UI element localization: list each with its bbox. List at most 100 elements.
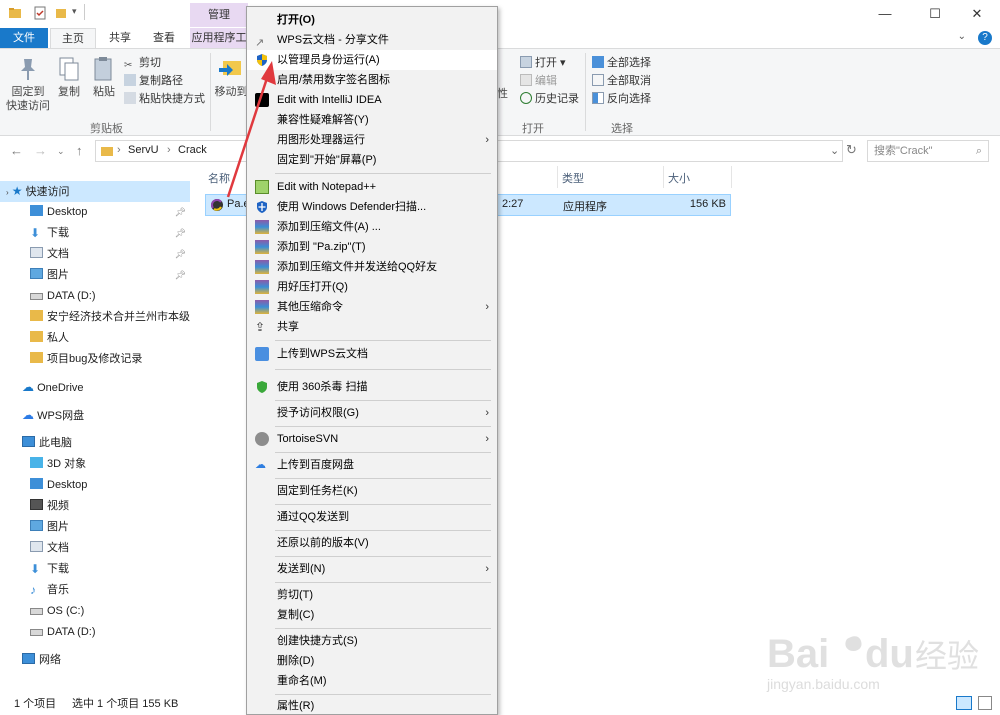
menu-item-create-shortcut[interactable]: 创建快捷方式(S) [247, 631, 497, 651]
menu-item-copy[interactable]: 复制(C) [247, 605, 497, 625]
quick-access-dropdown-icon[interactable]: ▾ [72, 6, 77, 17]
menu-item-other-compress[interactable]: 其他压缩命令 › [247, 297, 497, 317]
invert-selection-button[interactable]: 反向选择 [592, 90, 651, 108]
menu-item-upload-wps[interactable]: 上传到WPS云文档 [247, 344, 497, 364]
edit-button[interactable]: 编辑 [520, 72, 557, 90]
sidebar-item-3d-objects[interactable]: 3D 对象 [0, 454, 190, 475]
sidebar-item-pictures[interactable]: 图片 📌︎ [0, 265, 190, 286]
menu-item-delete[interactable]: 删除(D) [247, 651, 497, 671]
tab-view[interactable]: 查看 [144, 28, 184, 48]
up-icon[interactable]: ↑ [76, 143, 83, 158]
new-folder-icon[interactable] [54, 6, 68, 20]
sidebar-item-this-pc[interactable]: 此电脑 [0, 433, 190, 454]
back-icon[interactable]: ← [10, 143, 23, 158]
menu-item-pin-start[interactable]: 固定到"开始"屏幕(P) [247, 150, 497, 170]
sidebar-item-quick-access[interactable]: › ★ 快速访问 [0, 181, 190, 202]
menu-item-notepad[interactable]: Edit with Notepad++ [247, 177, 497, 197]
help-icon[interactable]: ? [978, 31, 992, 45]
menu-item-defender[interactable]: 使用 Windows Defender扫描... [247, 197, 497, 217]
sidebar-item-network[interactable]: 网络 [0, 650, 190, 671]
details-view-icon[interactable] [955, 696, 972, 710]
close-button[interactable]: ✕ [954, 0, 1000, 28]
manage-tab[interactable]: 管理 [190, 3, 248, 27]
sidebar-item-pc-documents[interactable]: 文档 [0, 538, 190, 559]
refresh-icon[interactable]: ↻ [846, 142, 857, 158]
sidebar-item-private[interactable]: 私人 [0, 328, 190, 349]
sidebar-item-bug-records[interactable]: 项目bug及修改记录 [0, 349, 190, 370]
copy-button[interactable]: 复制 [55, 55, 83, 99]
sidebar-item-desktop[interactable]: Desktop 📌︎ [0, 202, 190, 223]
copy-path-button[interactable]: 复制路径 [124, 72, 183, 90]
folder-icon[interactable] [8, 6, 22, 20]
maximize-button[interactable]: ☐ [912, 0, 958, 28]
column-divider[interactable] [663, 166, 664, 188]
menu-item-rename[interactable]: 重命名(M) [247, 671, 497, 691]
menu-item-pin-taskbar[interactable]: 固定到任务栏(K) [247, 481, 497, 501]
sidebar-item-pc-desktop[interactable]: Desktop [0, 475, 190, 496]
forward-icon[interactable]: → [34, 143, 47, 158]
menu-item-add-archive[interactable]: 添加到压缩文件(A) ... [247, 217, 497, 237]
menu-item-qq-send[interactable]: 通过QQ发送到 [247, 507, 497, 527]
menu-item-add-zip[interactable]: 添加到 "Pa.zip"(T) [247, 237, 497, 257]
menu-item-properties[interactable]: 属性(R) [247, 696, 497, 715]
column-header-type[interactable]: 类型 [562, 170, 584, 186]
menu-item-cut[interactable]: 剪切(T) [247, 585, 497, 605]
sidebar-item-onedrive[interactable]: ☁ OneDrive [0, 377, 190, 398]
pin-quick-access-button[interactable]: 固定到 快速访问 [6, 55, 50, 113]
menu-item-compatibility[interactable]: 兼容性疑难解答(Y) [247, 110, 497, 130]
menu-item-restore[interactable]: 还原以前的版本(V) [247, 533, 497, 553]
properties-icon[interactable] [33, 6, 47, 20]
sidebar-item-music[interactable]: ♪ 音乐 [0, 580, 190, 601]
properties-button-partial[interactable]: 性 [497, 87, 511, 101]
paste-button[interactable]: 粘贴 [90, 55, 118, 99]
sidebar-item-os-c[interactable]: OS (C:) [0, 601, 190, 622]
address-dropdown-icon[interactable]: ⌄ [830, 144, 839, 157]
menu-item-add-archive-qq[interactable]: 添加到压缩文件并发送给QQ好友 [247, 257, 497, 277]
breadcrumb-crack[interactable]: Crack [178, 144, 207, 156]
sidebar-item-wps[interactable]: ☁ WPS网盘 [0, 405, 190, 426]
pin-icon[interactable]: 📌︎ [175, 244, 186, 265]
menu-item-run-as-admin[interactable]: 以管理员身份运行(A) [247, 50, 497, 70]
menu-item-open[interactable]: 打开(O) [247, 10, 497, 30]
open-button[interactable]: 打开 ▾ [520, 54, 566, 72]
pin-icon[interactable]: 📌︎ [175, 223, 186, 244]
column-header-size[interactable]: 大小 [668, 170, 690, 186]
select-none-button[interactable]: 全部取消 [592, 72, 651, 90]
recent-dropdown-icon[interactable]: ⌄ [57, 146, 65, 157]
sidebar-item-pc-downloads[interactable]: ⬇ 下载 [0, 559, 190, 580]
menu-item-baidu-pan[interactable]: ☁ 上传到百度网盘 [247, 455, 497, 475]
sidebar-item-downloads[interactable]: ⬇ 下载 📌︎ [0, 223, 190, 244]
menu-item-grant-access[interactable]: 授予访问权限(G) › [247, 403, 497, 423]
tab-app-tools[interactable]: 应用程序工 [190, 28, 248, 48]
menu-item-share[interactable]: ⇪ 共享 [247, 317, 497, 337]
minimize-button[interactable]: — [862, 0, 908, 28]
pin-icon[interactable]: 📌︎ [175, 265, 186, 286]
breadcrumb-servu[interactable]: ServU [128, 144, 159, 156]
large-icons-view-icon[interactable] [978, 696, 992, 710]
cut-button[interactable]: ✂ 剪切 [124, 54, 161, 72]
pin-icon[interactable]: 📌︎ [175, 202, 186, 223]
tab-home[interactable]: 主页 [50, 28, 96, 48]
sidebar-item-videos[interactable]: 视频 [0, 496, 190, 517]
menu-item-haozip[interactable]: 用好压打开(Q) [247, 277, 497, 297]
sidebar-item-folder[interactable]: 安宁经济技术合并兰州市本级平 [0, 307, 190, 328]
menu-item-360-scan[interactable]: 使用 360杀毒 扫描 [247, 377, 497, 397]
menu-item-intellij[interactable]: Edit with IntelliJ IDEA [247, 90, 497, 110]
sidebar-item-documents[interactable]: 文档 📌︎ [0, 244, 190, 265]
menu-item-wps-share[interactable]: ↗ WPS云文档 - 分享文件 [247, 30, 497, 50]
menu-item-gpu[interactable]: 用图形处理器运行 › [247, 130, 497, 150]
sidebar-item-data-d[interactable]: DATA (D:) [0, 286, 190, 307]
sidebar-item-pc-data-d[interactable]: DATA (D:) [0, 622, 190, 643]
ribbon-expand-icon[interactable]: ⌄ [958, 31, 966, 42]
menu-item-send-to[interactable]: 发送到(N) › [247, 559, 497, 579]
select-all-button[interactable]: 全部选择 [592, 54, 651, 72]
column-divider[interactable] [557, 166, 558, 188]
search-input[interactable]: 搜索"Crack" ⌕ [867, 140, 989, 162]
paste-shortcut-button[interactable]: 粘贴快捷方式 [124, 90, 205, 108]
history-button[interactable]: 历史记录 [520, 90, 579, 108]
tab-share[interactable]: 共享 [100, 28, 140, 48]
menu-item-tortoisesvn[interactable]: TortoiseSVN › [247, 429, 497, 449]
tab-file[interactable]: 文件 [0, 28, 48, 48]
sidebar-item-pc-pictures[interactable]: 图片 [0, 517, 190, 538]
menu-item-digital-signature[interactable]: 启用/禁用数字签名图标 [247, 70, 497, 90]
